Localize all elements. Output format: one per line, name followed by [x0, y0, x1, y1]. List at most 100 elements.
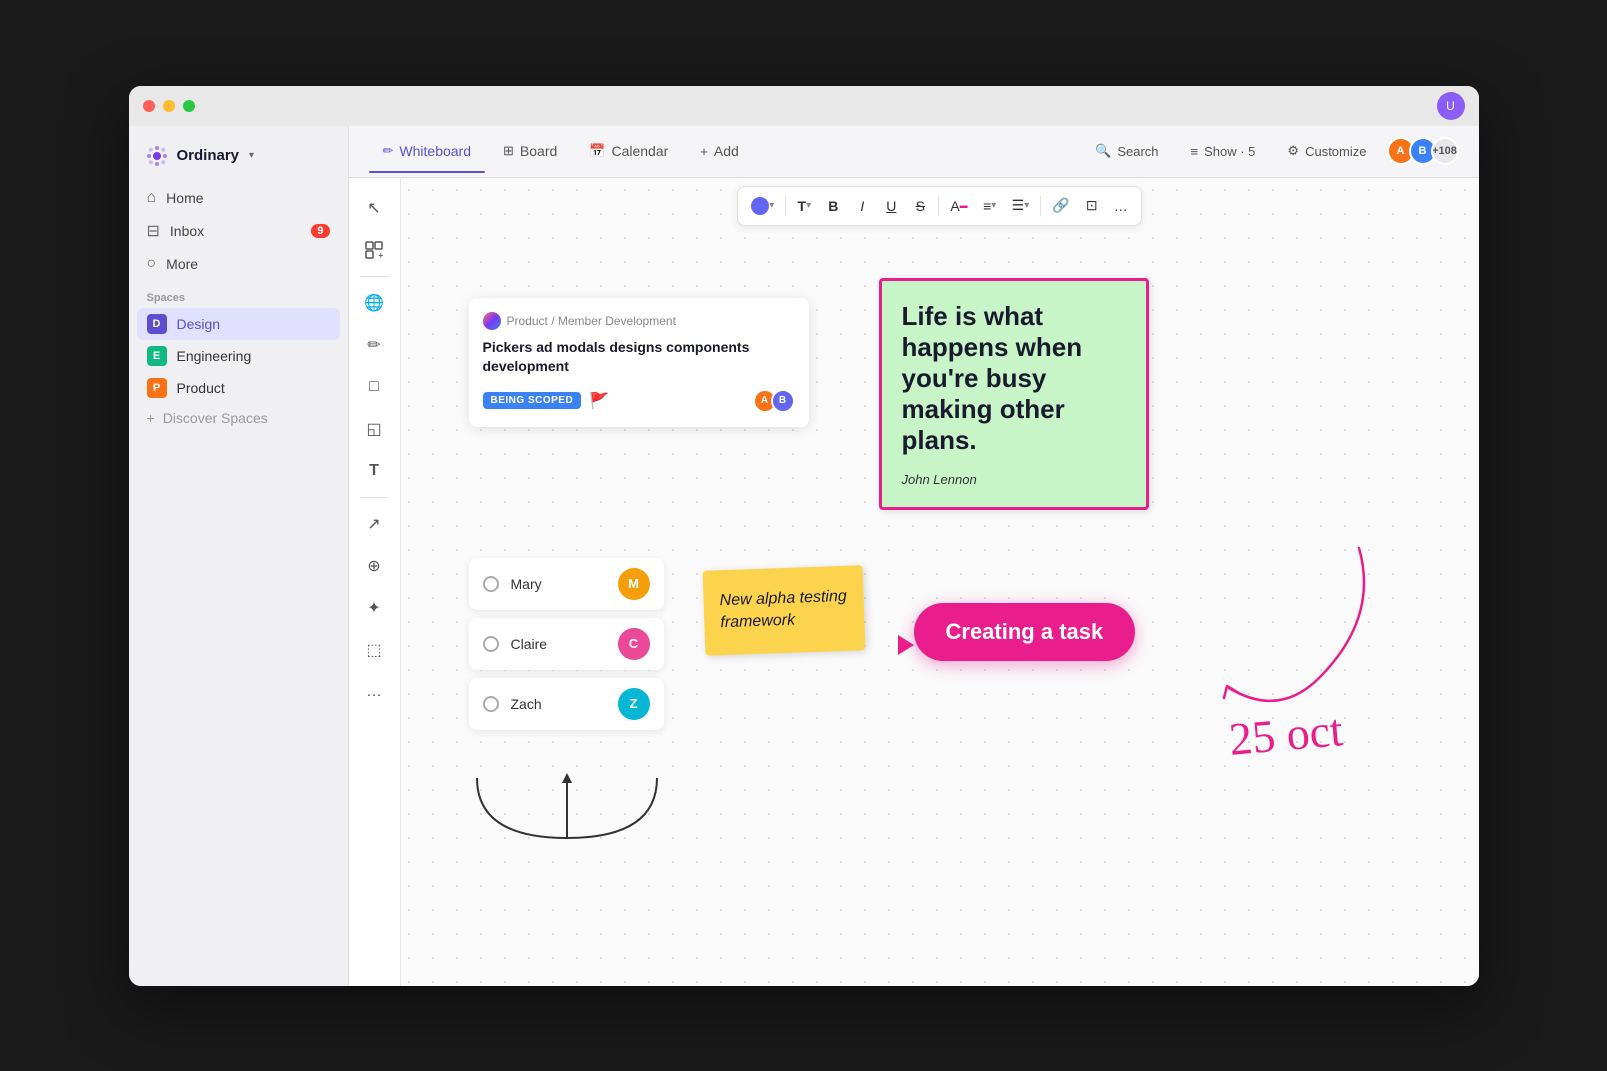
add-space-icon: + [365, 241, 383, 259]
italic-button[interactable]: I [848, 193, 876, 219]
tool-separator-1 [360, 276, 388, 277]
show-button[interactable]: ≡ Show · 5 [1179, 138, 1268, 165]
text-style-button[interactable]: T ▾ [790, 193, 818, 219]
list-chevron: ▾ [1024, 200, 1029, 211]
align-chevron: ▾ [991, 200, 996, 211]
titlebar-avatar: U [1437, 92, 1465, 120]
design-label: Design [177, 316, 221, 332]
engineering-avatar: E [147, 346, 167, 366]
bold-button[interactable]: B [819, 193, 847, 219]
person-avatar-mary: M [618, 568, 650, 600]
tools-panel: ↖ + 🌐 ✏ □ ◱ T [349, 178, 401, 986]
link-button[interactable]: 🔗 [1045, 192, 1076, 219]
sticky-note[interactable]: Life is what happens when you're busy ma… [879, 278, 1149, 511]
sidebar: Ordinary ▾ ⌂ Home ⊟ Inbox 9 ○ More Space… [129, 126, 349, 986]
tab-board[interactable]: ⊞ Board [489, 137, 571, 165]
shape-tool[interactable]: □ [356, 369, 392, 405]
inbox-icon: ⊟ [147, 221, 160, 241]
person-item-claire[interactable]: Claire C [469, 618, 664, 670]
sticky-author: John Lennon [902, 472, 1126, 487]
people-list: Mary M Claire C Zach Z [469, 558, 664, 730]
creating-task-button[interactable]: Creating a task [914, 603, 1136, 661]
svg-text:+: + [379, 251, 384, 259]
color-picker-button[interactable]: ▾ [744, 192, 781, 220]
bracket-svg [467, 768, 667, 848]
sidebar-item-more[interactable]: ○ More [137, 248, 340, 280]
discover-spaces-label: Discover Spaces [163, 410, 268, 426]
sidebar-item-engineering[interactable]: E Engineering [137, 340, 340, 372]
brand-icon [145, 144, 169, 168]
board-tab-label: Board [520, 143, 557, 159]
task-path-text: Product / Member Development [507, 314, 676, 328]
person-item-mary[interactable]: Mary M [469, 558, 664, 610]
inbox-badge: 9 [311, 224, 329, 238]
more-tools[interactable]: … [356, 674, 392, 710]
person-radio-zach[interactable] [483, 696, 499, 712]
align-button[interactable]: ≡ ▾ [976, 193, 1004, 219]
more-format-button[interactable]: … [1107, 193, 1135, 219]
person-radio-mary[interactable] [483, 576, 499, 592]
list-button[interactable]: ☰ ▾ [1005, 192, 1037, 219]
show-icon: ≡ [1191, 144, 1199, 159]
globe-tool[interactable]: 🌐 [356, 285, 392, 321]
image-tool[interactable]: ⬚ [356, 632, 392, 668]
person-name-zach: Zach [511, 696, 606, 712]
minimize-button[interactable] [163, 100, 175, 112]
person-avatar-zach: Z [618, 688, 650, 720]
connect-tool[interactable]: ⊕ [356, 548, 392, 584]
brand-name: Ordinary [177, 147, 240, 164]
inbox-label: Inbox [170, 223, 204, 239]
effects-tool[interactable]: ✦ [356, 590, 392, 626]
tab-add[interactable]: + Add [686, 137, 753, 165]
brand-logo[interactable]: Ordinary ▾ [137, 138, 340, 174]
person-item-zach[interactable]: Zach Z [469, 678, 664, 730]
home-label: Home [166, 190, 203, 206]
sidebar-item-home[interactable]: ⌂ Home [137, 182, 340, 214]
tab-whiteboard[interactable]: ✏ Whiteboard [369, 137, 486, 165]
app-window: U Ordinary ▾ [129, 86, 1479, 986]
underline-button[interactable]: U [877, 193, 905, 219]
font-color-button[interactable]: A▬ [943, 193, 974, 219]
whiteboard-canvas[interactable]: ↖ + 🌐 ✏ □ ◱ T [349, 178, 1479, 986]
sidebar-item-product[interactable]: P Product [137, 372, 340, 404]
tab-calendar[interactable]: 📅 Calendar [575, 137, 682, 165]
search-button[interactable]: 🔍 Search [1083, 137, 1170, 165]
discover-spaces-button[interactable]: + Discover Spaces [137, 404, 340, 432]
strikethrough-button[interactable]: S [906, 193, 934, 219]
list-icon: ☰ [1012, 197, 1025, 214]
floating-toolbar: ▾ T ▾ B I U S A▬ ≡ [401, 186, 1479, 226]
person-name-mary: Mary [511, 576, 606, 592]
close-button[interactable] [143, 100, 155, 112]
sidebar-item-design[interactable]: D Design [137, 308, 340, 340]
arrow-tool[interactable]: ↗ [356, 506, 392, 542]
board-tab-icon: ⊞ [503, 143, 514, 159]
calendar-tab-icon: 📅 [589, 143, 605, 159]
add-space-tool[interactable]: + [356, 232, 392, 268]
yellow-sticky[interactable]: New alpha testing framework [702, 565, 865, 655]
format-toolbar: ▾ T ▾ B I U S A▬ ≡ [737, 186, 1141, 226]
sticky-quote: Life is what happens when you're busy ma… [902, 301, 1126, 457]
customize-button[interactable]: ⚙ Customize [1275, 137, 1378, 165]
select-tool[interactable]: ↖ [356, 190, 392, 226]
yellow-sticky-text: New alpha testing framework [719, 585, 848, 634]
handdrawn-arrow-svg [1199, 538, 1399, 718]
clickup-logo-icon [483, 312, 501, 330]
pen-tool[interactable]: ✏ [356, 327, 392, 363]
note-tool[interactable]: ◱ [356, 411, 392, 447]
align-icon: ≡ [983, 198, 991, 214]
color-chevron: ▾ [769, 200, 774, 211]
task-title: Pickers ad modals designs components dev… [483, 338, 795, 377]
customize-icon: ⚙ [1287, 143, 1299, 159]
date-annotation: 25 oct [1226, 703, 1344, 766]
avatar-count: +108 [1431, 137, 1459, 165]
sidebar-item-inbox[interactable]: ⊟ Inbox 9 [137, 214, 340, 248]
person-radio-claire[interactable] [483, 636, 499, 652]
task-card[interactable]: Product / Member Development Pickers ad … [469, 298, 809, 427]
text-tool[interactable]: T [356, 453, 392, 489]
topnav-right: 🔍 Search ≡ Show · 5 ⚙ Customize A B + [1083, 137, 1458, 165]
frame-button[interactable]: ⊡ [1078, 192, 1106, 219]
fullscreen-button[interactable] [183, 100, 195, 112]
flag-icon: 🚩 [589, 391, 609, 411]
toolbar-sep-3 [1040, 196, 1041, 216]
toolbar-sep-2 [938, 196, 939, 216]
